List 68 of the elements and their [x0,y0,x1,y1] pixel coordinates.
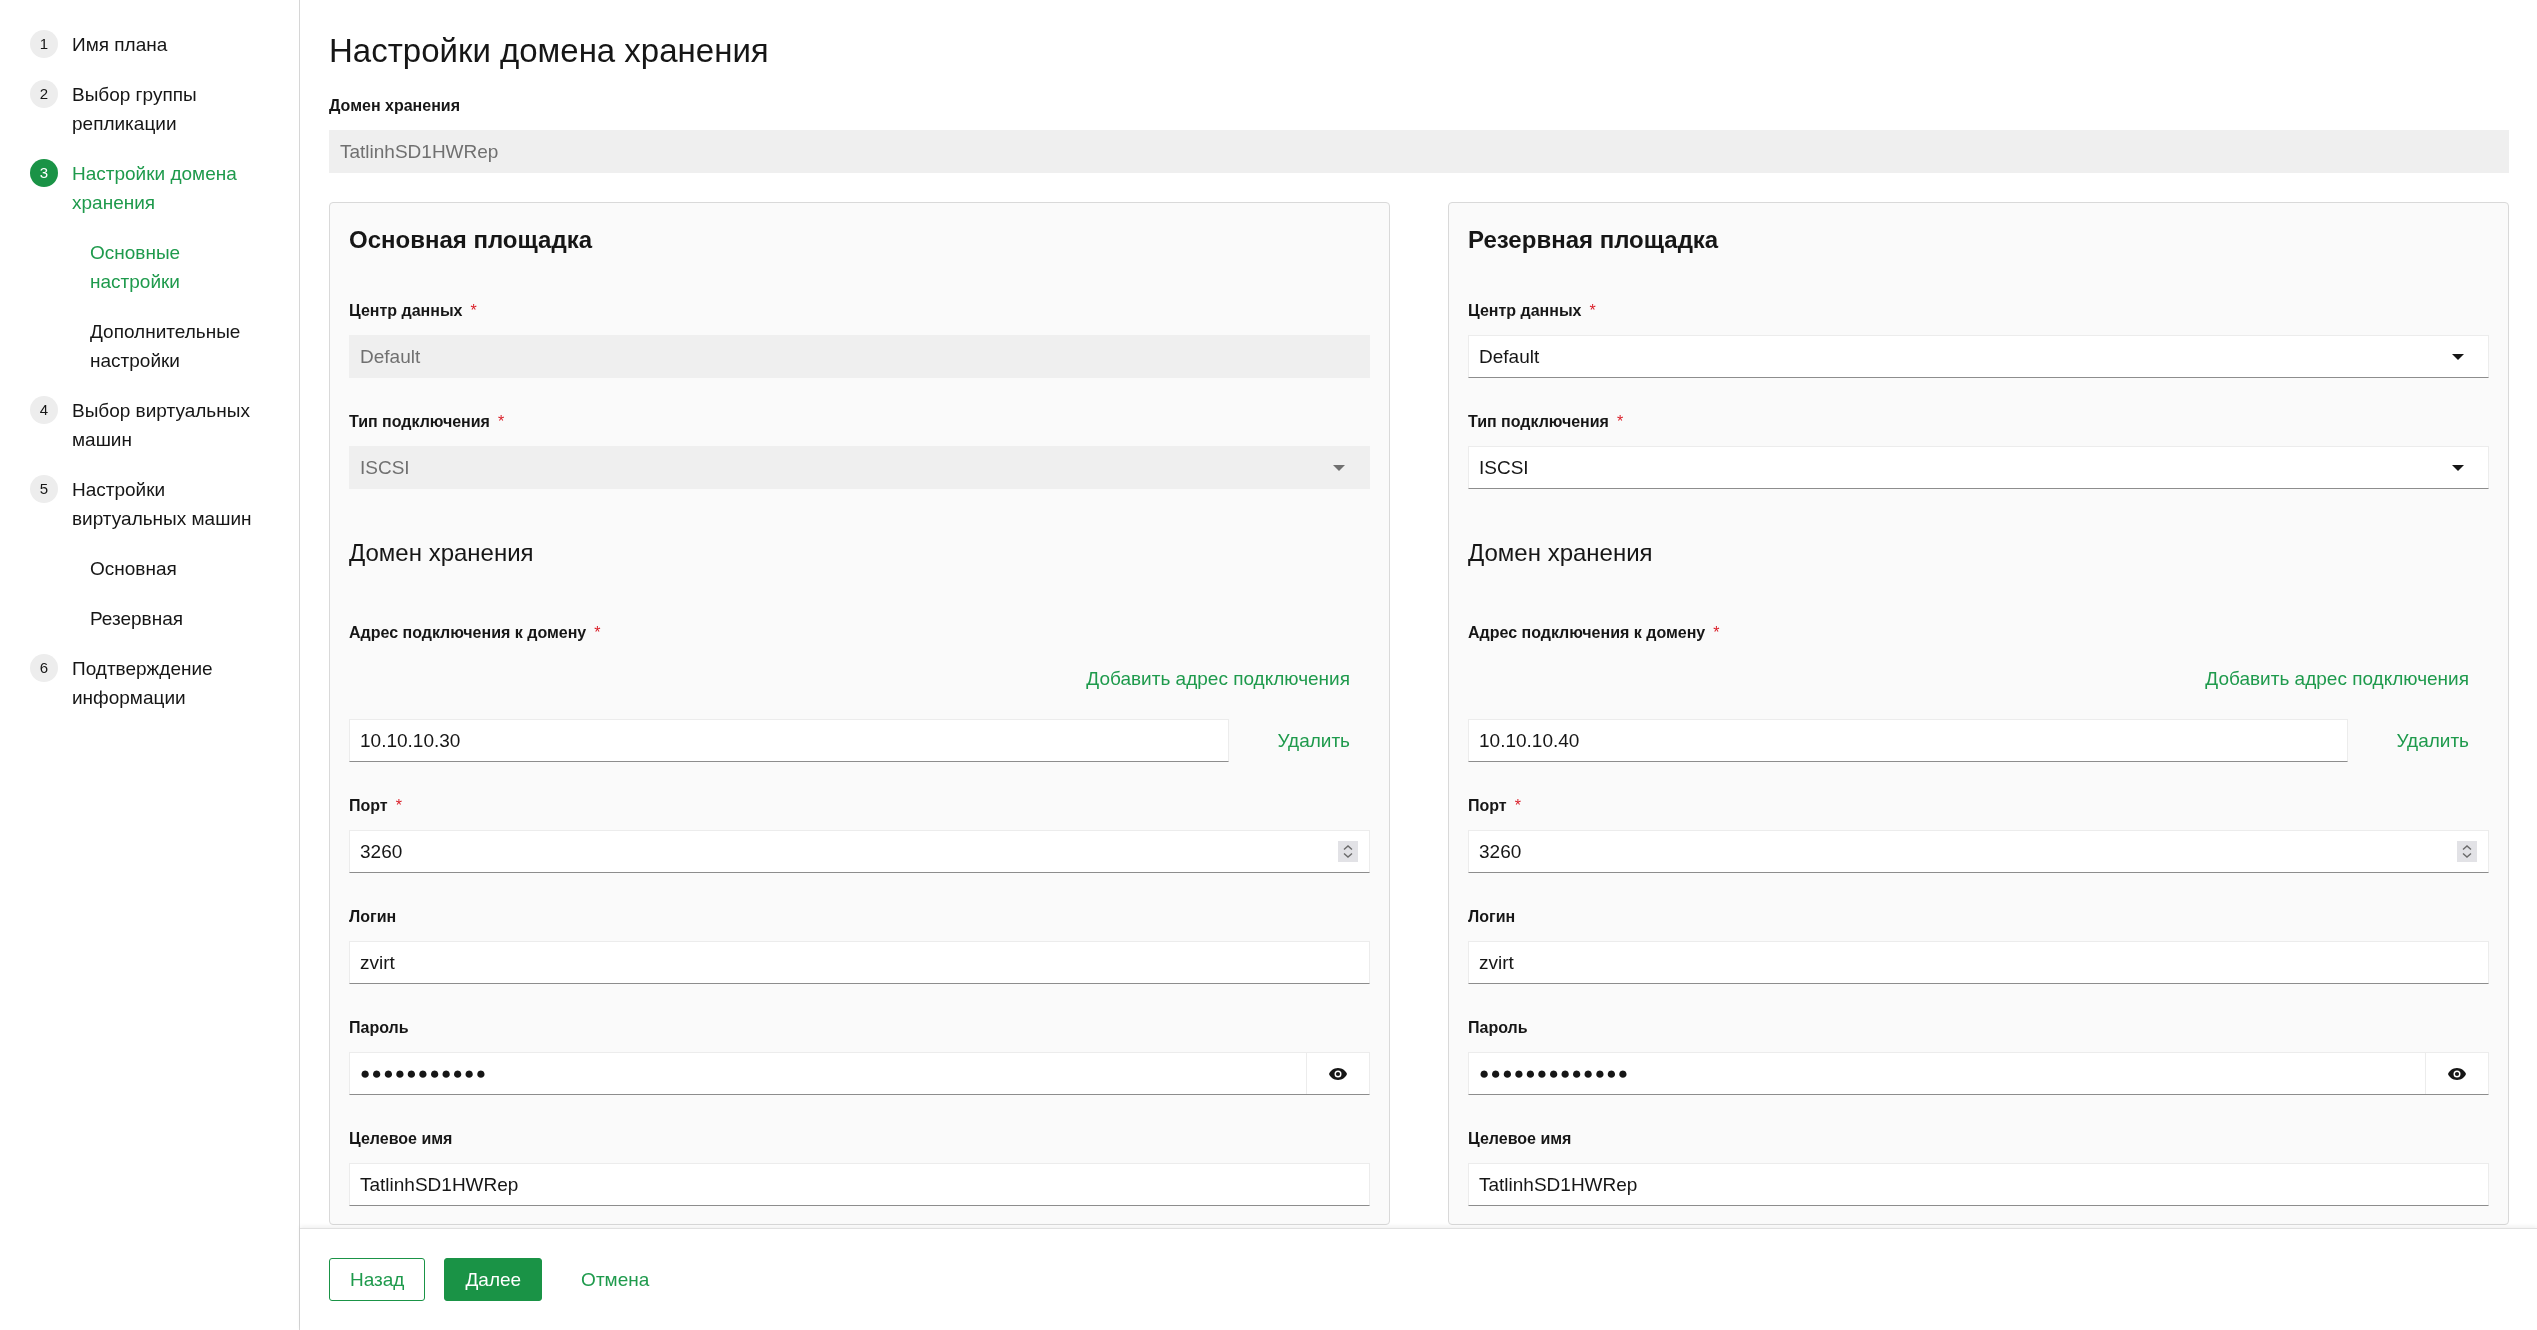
outline-button[interactable]: Назад [329,1258,426,1301]
required-asterisk: * [1589,301,1596,321]
field-label: Тип подключения [1468,412,1609,432]
field-label: Пароль [1468,1018,1528,1038]
required-asterisk: * [1616,412,1624,432]
field-label: Порт [349,796,388,816]
address-field[interactable]: 10.10.10.30 [349,719,1229,762]
number-field[interactable]: 3260 [349,830,1370,873]
field-label: Логин [349,907,397,927]
caret-down-icon [1333,464,1345,471]
text-field[interactable]: zvirt [349,941,1370,984]
step-number: 6 [30,654,58,682]
primary-button[interactable]: Далее [444,1258,543,1301]
sidebar-step[interactable]: 1 Имя плана [30,30,269,59]
field-label: Тип подключения [349,412,490,432]
select-field[interactable]: ISCSI [1468,446,2489,489]
eye-icon [1329,1067,1347,1080]
step-number: 1 [30,30,58,58]
required-asterisk: * [594,623,601,643]
field-label: Адрес подключения к домену [349,623,587,643]
field-label: Целевое имя [349,1129,453,1149]
step-number: 2 [30,80,58,108]
sidebar-step[interactable]: 2 Выбор группы репликации [30,80,269,138]
sidebar-substep[interactable]: Основные настройки [90,238,269,296]
caret-down-icon [2452,464,2464,471]
section-heading: Домен хранения [349,538,535,568]
caret-down-icon [2452,353,2464,360]
required-asterisk: * [1713,623,1720,643]
field-label: Центр данных [1468,301,1582,321]
sidebar-step[interactable]: 3 Настройки домена хранения [30,159,269,217]
link-button[interactable]: Отмена [561,1258,670,1301]
password-field[interactable]: ●●●●●●●●●●●●● [1468,1052,2489,1095]
sidebar-step[interactable]: 6 Подтверждение информации [30,654,269,712]
required-asterisk: * [470,301,477,321]
sidebar-step[interactable]: 5 Настройки виртуальных машин [30,475,269,533]
section-heading: Домен хранения [1468,538,1654,568]
field-label: Пароль [349,1018,409,1038]
text-field[interactable]: TatlinhSD1HWRep [1468,1163,2489,1206]
sidebar-substep[interactable]: Резервная [90,604,269,633]
step-number: 5 [30,475,58,503]
address-field[interactable]: 10.10.10.40 [1468,719,2348,762]
panel-title: Резервная площадка [1468,225,1720,255]
step-number: 4 [30,396,58,424]
field-label: Домен хранения [329,96,460,116]
field-label: Адрес подключения к домену [1468,623,1706,643]
step-number: 3 [30,159,58,187]
sidebar-substep[interactable]: Основная [90,554,269,583]
password-field[interactable]: ●●●●●●●●●●● [349,1052,1370,1095]
required-asterisk: * [497,412,505,432]
required-asterisk: * [1514,796,1521,816]
page-title: Настройки домена хранения [329,31,770,71]
sidebar-substep[interactable]: Дополнительные настройки [90,317,269,375]
text-field[interactable]: TatlinhSD1HWRep [349,1163,1370,1206]
panel-title: Основная площадка [349,225,594,255]
field-label: Центр данных [349,301,463,321]
spinner-arrows-icon[interactable] [1338,841,1358,862]
masked-password: ●●●●●●●●●●●●● [1479,1063,1630,1084]
select-field[interactable]: Default [1468,335,2489,378]
field-label: Порт [1468,796,1507,816]
sidebar-step[interactable]: 4 Выбор виртуальных машин [30,396,269,454]
masked-password: ●●●●●●●●●●● [360,1063,488,1084]
text-field[interactable]: zvirt [1468,941,2489,984]
field-label: Целевое имя [1468,1129,1572,1149]
spinner-arrows-icon[interactable] [2457,841,2477,862]
eye-icon [2448,1067,2466,1080]
number-field[interactable]: 3260 [1468,830,2489,873]
required-asterisk: * [395,796,402,816]
field-label: Логин [1468,907,1516,927]
